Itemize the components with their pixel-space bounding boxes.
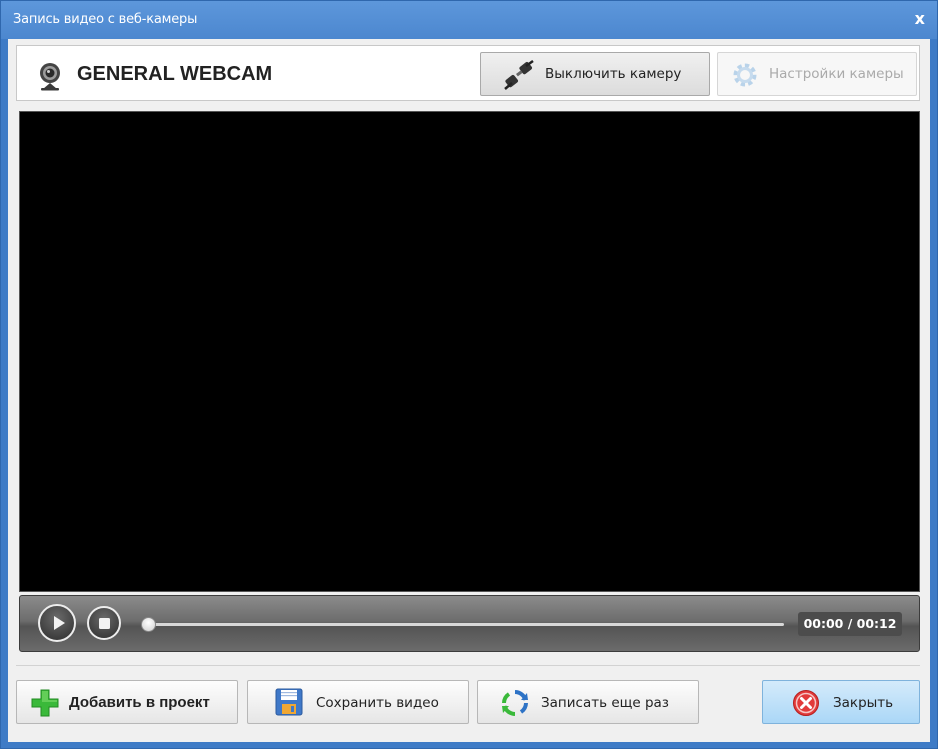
refresh-icon (502, 690, 528, 716)
plus-icon (31, 689, 59, 717)
add-to-project-label: Добавить в проект (69, 694, 210, 711)
divider (16, 665, 920, 666)
player-controls: 00:00 / 00:12 (19, 595, 920, 652)
play-button[interactable] (38, 604, 76, 642)
window-close-icon[interactable]: x (915, 9, 925, 28)
webcam-recording-dialog: Запись видео с веб-камеры x GENERAL WEBC… (0, 0, 938, 749)
webcam-icon (40, 63, 60, 91)
close-label: Закрыть (833, 695, 894, 711)
play-icon (54, 616, 65, 630)
seek-track[interactable] (144, 623, 784, 626)
camera-header: GENERAL WEBCAM Выключить камеру Настройк… (16, 45, 920, 101)
stop-button[interactable] (87, 606, 121, 640)
close-circle-icon (793, 690, 819, 716)
cable-icon (504, 60, 534, 90)
stop-icon (99, 618, 110, 629)
title-bar[interactable]: Запись видео с веб-камеры x (1, 1, 937, 39)
close-button[interactable]: Закрыть (762, 680, 920, 724)
floppy-disk-icon (275, 688, 303, 716)
time-display: 00:00 / 00:12 (798, 612, 902, 636)
save-video-label: Сохранить видео (316, 695, 439, 711)
record-again-label: Записать еще раз (541, 695, 669, 711)
camera-off-label: Выключить камеру (545, 66, 682, 82)
device-name: GENERAL WEBCAM (77, 63, 273, 85)
window-title: Запись видео с веб-камеры (13, 12, 198, 27)
video-preview (19, 111, 920, 592)
camera-off-button[interactable]: Выключить камеру (480, 52, 710, 96)
seek-handle[interactable] (140, 617, 156, 632)
record-again-button[interactable]: Записать еще раз (477, 680, 699, 724)
save-video-button[interactable]: Сохранить видео (247, 680, 469, 724)
gear-icon (733, 63, 757, 87)
camera-settings-label: Настройки камеры (769, 66, 904, 82)
camera-settings-button[interactable]: Настройки камеры (717, 52, 917, 96)
dialog-body: GENERAL WEBCAM Выключить камеру Настройк… (8, 39, 930, 742)
add-to-project-button[interactable]: Добавить в проект (16, 680, 238, 724)
